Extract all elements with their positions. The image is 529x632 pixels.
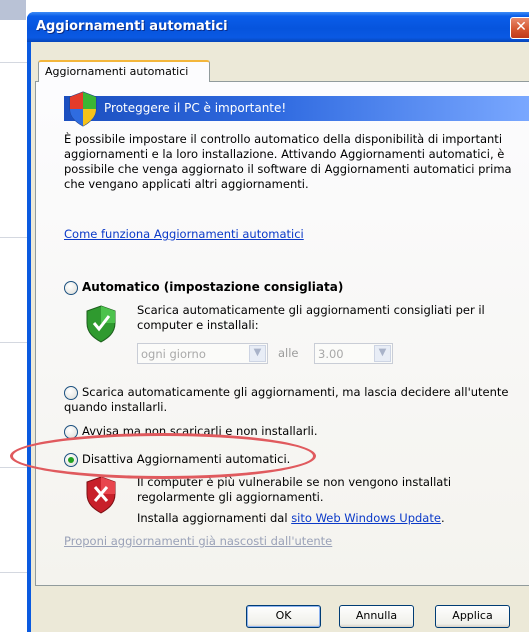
cancel-button[interactable]: Annulla	[339, 605, 414, 628]
chevron-down-icon: ▼	[374, 345, 391, 362]
security-banner: Proteggere il PC è importante!	[64, 96, 529, 121]
dialog-window: Aggiornamenti automatici ✕ Aggiornamenti…	[27, 12, 529, 632]
intro-line: aggiornamenti e la loro installazione. A…	[64, 147, 505, 161]
automatic-desc-line2: computer e installali:	[137, 318, 259, 332]
background-line	[0, 342, 30, 343]
frequency-value: ogni giorno	[141, 347, 206, 361]
intro-line: È possibile impostare il controllo autom…	[64, 132, 503, 146]
tab-automatic-updates[interactable]: Aggiornamenti automatici	[38, 60, 210, 82]
close-button[interactable]: ✕	[510, 17, 529, 39]
install-from-text: Installa aggiornamenti dal sito Web Wind…	[137, 511, 445, 526]
close-icon: ✕	[515, 19, 527, 35]
windows-update-link[interactable]: sito Web Windows Update	[291, 511, 441, 525]
intro-line: che vengano applicati altri aggiornament…	[64, 177, 309, 191]
download-only-label-line2[interactable]: quando installarli.	[64, 400, 167, 415]
highlight-ellipse	[10, 433, 316, 479]
banner-text: Proteggere il PC è importante!	[104, 101, 287, 115]
install-suffix: .	[440, 511, 445, 525]
install-prefix: Installa aggiornamenti dal	[137, 511, 292, 525]
tab-label: Aggiornamenti automatici	[45, 65, 189, 78]
shield-x-icon	[86, 476, 116, 514]
intro-line: possibile che venga aggiornato il softwa…	[64, 162, 512, 176]
radio-automatic[interactable]	[64, 281, 78, 295]
security-shield-icon	[69, 91, 97, 127]
dialog-client-area: Aggiornamenti automatici Proteggere il P…	[31, 42, 529, 632]
window-title: Aggiornamenti automatici	[36, 19, 228, 34]
automatic-option-label[interactable]: Automatico (impostazione consigliata)	[82, 280, 343, 295]
time-value: 3.00	[318, 347, 344, 361]
hidden-updates-link[interactable]: Proponi aggiornamenti già nascosti dall'…	[64, 534, 332, 549]
background-line	[0, 467, 30, 468]
background-line	[0, 237, 30, 238]
disable-warning-line2: regolarmente gli aggiornamenti.	[137, 490, 324, 504]
chevron-down-icon: ▼	[249, 345, 266, 362]
background-strip	[0, 0, 30, 621]
time-label: alle	[278, 346, 299, 360]
background-block	[0, 0, 26, 20]
automatic-desc-line1: Scarica automaticamente gli aggiornament…	[137, 303, 485, 317]
time-select[interactable]: 3.00 ▼	[314, 343, 393, 364]
frequency-select[interactable]: ogni giorno ▼	[137, 343, 268, 364]
intro-text: È possibile impostare il controllo autom…	[64, 132, 514, 192]
apply-button[interactable]: Applica	[435, 605, 510, 628]
shield-check-icon	[86, 305, 116, 343]
radio-download-only[interactable]	[64, 386, 78, 400]
title-bar[interactable]: Aggiornamenti automatici ✕	[27, 12, 529, 42]
ok-button[interactable]: OK	[246, 605, 321, 628]
background-line	[0, 62, 30, 63]
download-only-label-line1[interactable]: Scarica automaticamente gli aggiornament…	[82, 385, 508, 400]
tab-panel: Proteggere il PC è importante! È possibi…	[35, 81, 529, 586]
how-it-works-link[interactable]: Come funziona Aggiornamenti automatici	[64, 227, 304, 241]
background-line	[0, 572, 30, 573]
